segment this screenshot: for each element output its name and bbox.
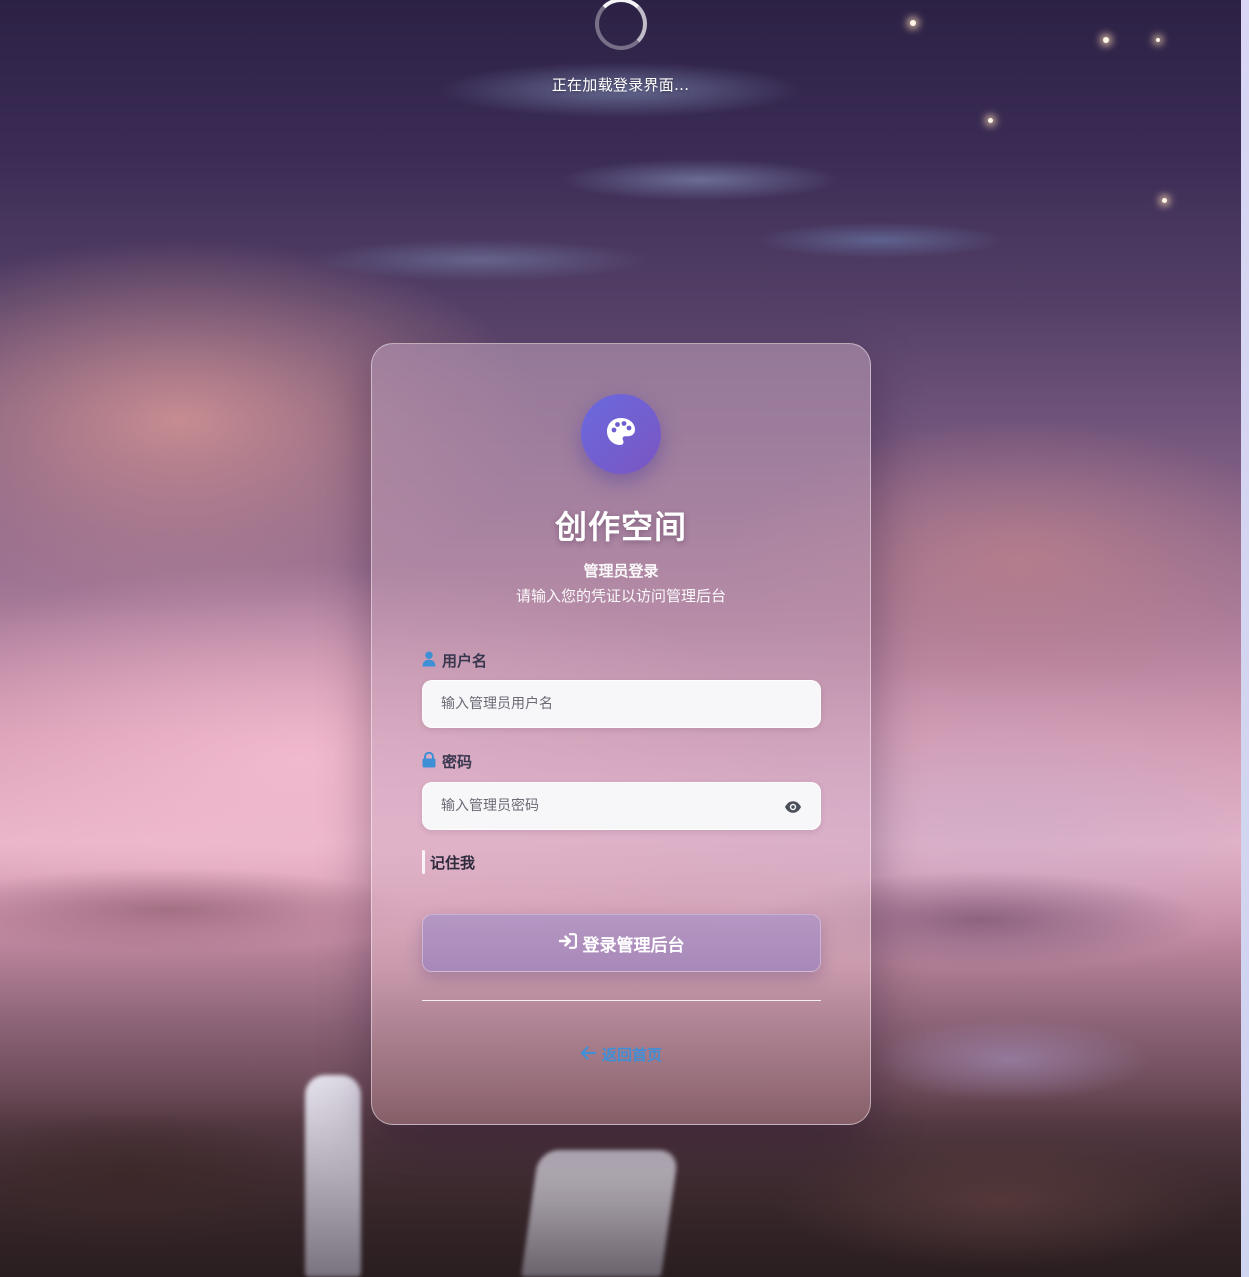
arrow-left-icon	[580, 1045, 597, 1064]
loading-spinner	[595, 0, 647, 50]
username-label-text: 用户名	[442, 652, 488, 670]
waterfall-right	[521, 1150, 679, 1277]
sky-clouds	[0, 0, 1241, 360]
username-field-wrapper	[422, 680, 821, 728]
password-input[interactable]	[441, 798, 802, 814]
remember-label: 记住我	[430, 853, 476, 872]
login-button-label: 登录管理后台	[582, 935, 685, 956]
lock-icon	[422, 751, 436, 772]
divider	[422, 1000, 821, 1001]
eye-icon[interactable]	[784, 798, 802, 816]
username-label: 用户名	[422, 650, 487, 671]
star	[1162, 198, 1167, 203]
star	[1156, 38, 1160, 42]
scrollbar-track[interactable]	[1241, 0, 1249, 1277]
password-label: 密码	[422, 751, 472, 772]
user-icon	[422, 651, 436, 671]
back-home-label: 返回首页	[601, 1046, 662, 1064]
password-label-text: 密码	[442, 753, 473, 771]
logo	[581, 394, 661, 474]
login-subtitle: 管理员登录	[583, 562, 659, 580]
login-button[interactable]: 登录管理后台	[422, 914, 821, 972]
remember-me[interactable]: 记住我	[422, 850, 475, 874]
username-input[interactable]	[441, 696, 802, 712]
password-field-wrapper	[422, 782, 821, 830]
palette-icon	[604, 415, 638, 453]
login-description: 请输入您的凭证以访问管理后台	[515, 587, 726, 605]
remember-checkbox[interactable]	[422, 850, 425, 874]
login-card: 创作空间 管理员登录 请输入您的凭证以访问管理后台 用户名 密码	[371, 343, 871, 1125]
star	[1103, 37, 1109, 43]
sign-in-icon	[558, 932, 577, 954]
waterfall-left	[305, 1075, 361, 1277]
back-home-link[interactable]: 返回首页	[372, 1044, 870, 1065]
star	[910, 20, 916, 26]
loading-text: 正在加载登录界面...	[551, 76, 690, 94]
star	[988, 118, 993, 123]
app-title: 创作空间	[554, 508, 687, 546]
